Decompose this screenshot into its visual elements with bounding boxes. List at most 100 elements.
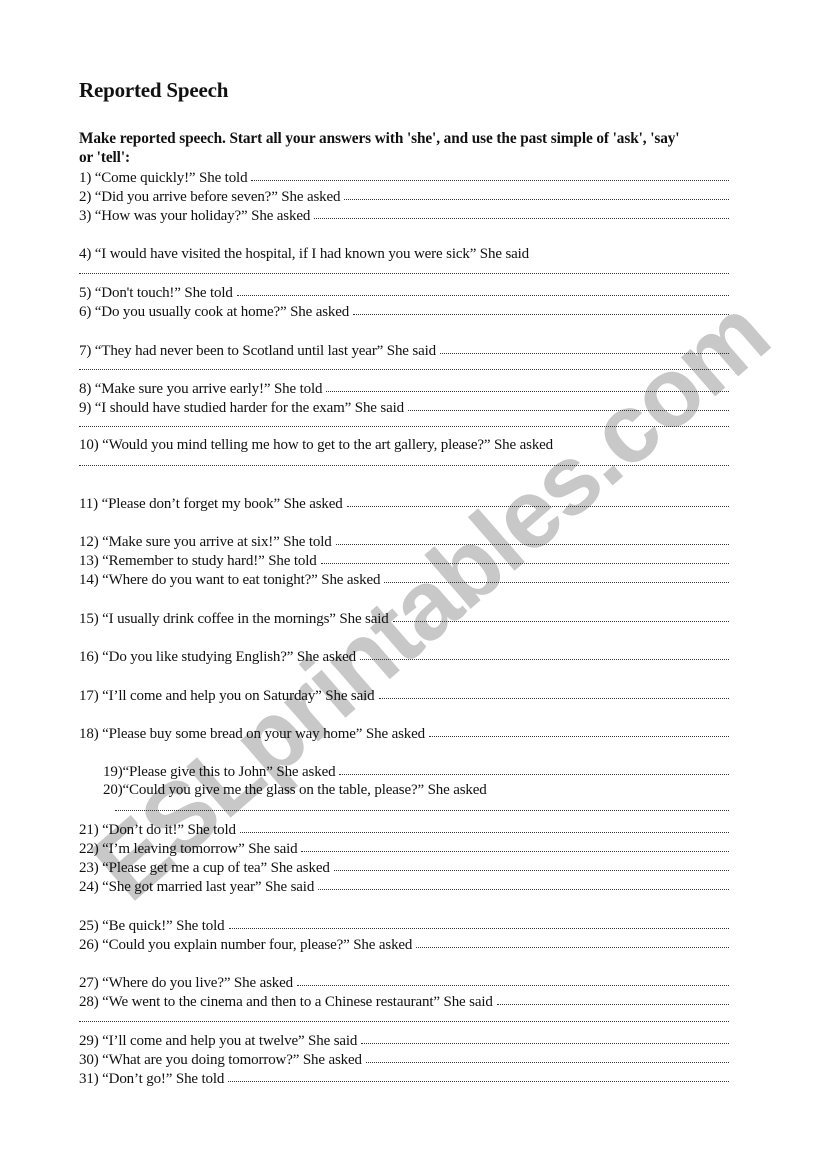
answer-blank[interactable]: [236, 282, 729, 296]
exercise-item: 27) “Where do you live?” She asked: [79, 973, 729, 992]
exercise-item: 8) “Make sure you arrive early!” She tol…: [79, 379, 729, 398]
exercise-item: 21) “Don’t do it!” She told: [79, 820, 729, 839]
exercise-prompt: 22) “I’m leaving tomorrow” She said: [79, 841, 298, 857]
page-title: Reported Speech: [79, 78, 229, 102]
exercise-item: 29) “I’ll come and help you at twelve” S…: [79, 1031, 729, 1050]
exercise-item: 2) “Did you arrive before seven?” She as…: [79, 187, 729, 206]
exercise-prompt: 31) “Don’t go!” She told: [79, 1071, 225, 1087]
exercise-prompt: 4) “I would have visited the hospital, i…: [79, 246, 530, 262]
answer-blank-line[interactable]: [79, 425, 729, 427]
answer-blank[interactable]: [346, 493, 729, 507]
exercise-item: 26) “Could you explain number four, plea…: [79, 935, 729, 954]
answer-blank[interactable]: [296, 972, 729, 986]
exercise-prompt: 1) “Come quickly!” She told: [79, 170, 248, 186]
exercise-prompt: 20)“Could you give me the glass on the t…: [103, 782, 487, 798]
exercise-prompt: 9) “I should have studied harder for the…: [79, 400, 404, 416]
exercise-item: 24) “She got married last year” She said: [79, 877, 729, 896]
worksheet-page: ESLprintables.com Reported Speech Make r…: [0, 0, 821, 1169]
exercise-item: 16) “Do you like studying English?” She …: [79, 647, 729, 666]
exercise-prompt: 13) “Remember to study hard!” She told: [79, 553, 317, 569]
answer-blank[interactable]: [361, 1030, 729, 1044]
exercise-item: 1) “Come quickly!” She told: [79, 168, 729, 187]
exercise-item: 31) “Don’t go!” She told: [79, 1069, 729, 1088]
exercise-item: 10) “Would you mind telling me how to ge…: [79, 436, 729, 455]
answer-blank[interactable]: [333, 857, 729, 871]
exercise-prompt: 27) “Where do you live?” She asked: [79, 975, 293, 991]
exercise-item: 3) “How was your holiday?” She asked: [79, 206, 729, 225]
exercise-item: 6) “Do you usually cook at home?” She as…: [79, 302, 729, 321]
exercise-item: 5) “Don't touch!” She told: [79, 283, 729, 302]
exercise-prompt: 5) “Don't touch!” She told: [79, 285, 233, 301]
exercise-item: 28) “We went to the cinema and then to a…: [79, 992, 729, 1011]
answer-blank[interactable]: [359, 646, 729, 660]
exercise-prompt: 11) “Please don’t forget my book” She as…: [79, 496, 343, 512]
instructions-line-1: Make reported speech. Start all your ans…: [79, 130, 680, 147]
exercise-item: 13) “Remember to study hard!” She told: [79, 551, 729, 570]
exercise-prompt: 15) “I usually drink coffee in the morni…: [79, 611, 389, 627]
exercise-item: 11) “Please don’t forget my book” She as…: [79, 494, 729, 513]
exercise-prompt: 29) “I’ll come and help you at twelve” S…: [79, 1033, 358, 1049]
answer-blank: [533, 244, 729, 257]
answer-blank[interactable]: [335, 531, 729, 545]
answer-blank[interactable]: [365, 1049, 729, 1063]
exercise-prompt: 10) “Would you mind telling me how to ge…: [79, 437, 554, 453]
answer-blank[interactable]: [496, 991, 729, 1005]
answer-blank-line[interactable]: [79, 368, 729, 370]
exercise-prompt: 21) “Don’t do it!” She told: [79, 822, 236, 838]
exercise-prompt: 6) “Do you usually cook at home?” She as…: [79, 304, 350, 320]
answer-blank[interactable]: [251, 167, 729, 181]
exercise-item: 4) “I would have visited the hospital, i…: [79, 245, 729, 264]
exercise-item: 17) “I’ll come and help you on Saturday”…: [79, 686, 729, 705]
worksheet-content: Reported Speech Make reported speech. St…: [0, 0, 821, 1169]
answer-blank[interactable]: [353, 301, 729, 315]
exercise-prompt: 3) “How was your holiday?” She asked: [79, 208, 311, 224]
exercise-item: 19)“Please give this to John” She asked: [103, 762, 729, 781]
exercise-item: 15) “I usually drink coffee in the morni…: [79, 609, 729, 628]
exercise-item: 14) “Where do you want to eat tonight?” …: [79, 570, 729, 589]
answer-blank: [491, 780, 729, 793]
exercise-prompt: 25) “Be quick!” She told: [79, 918, 225, 934]
exercise-prompt: 14) “Where do you want to eat tonight?” …: [79, 572, 381, 588]
exercise-item: 20)“Could you give me the glass on the t…: [103, 781, 729, 800]
answer-blank[interactable]: [314, 205, 729, 219]
answer-blank[interactable]: [326, 378, 729, 392]
answer-blank[interactable]: [239, 819, 729, 833]
exercise-prompt: 8) “Make sure you arrive early!” She tol…: [79, 381, 323, 397]
exercise-prompt: 2) “Did you arrive before seven?” She as…: [79, 189, 341, 205]
exercise-item: 25) “Be quick!” She told: [79, 916, 729, 935]
answer-blank[interactable]: [428, 723, 729, 737]
exercise-prompt: 24) “She got married last year” She said: [79, 879, 315, 895]
exercise-item: 7) “They had never been to Scotland unti…: [79, 341, 729, 360]
answer-blank[interactable]: [439, 340, 729, 354]
answer-blank-line[interactable]: [79, 1020, 729, 1022]
exercise-prompt: 12) “Make sure you arrive at six!” She t…: [79, 534, 332, 550]
exercise-item: 30) “What are you doing tomorrow?” She a…: [79, 1050, 729, 1069]
answer-blank[interactable]: [228, 1068, 729, 1082]
exercise-prompt: 26) “Could you explain number four, plea…: [79, 937, 413, 953]
answer-blank-line[interactable]: [79, 272, 729, 274]
answer-blank[interactable]: [318, 876, 729, 890]
exercise-item: 9) “I should have studied harder for the…: [79, 398, 729, 417]
exercise-prompt: 19)“Please give this to John” She asked: [103, 764, 336, 780]
answer-blank[interactable]: [407, 397, 729, 411]
answer-blank[interactable]: [416, 934, 729, 948]
instructions-line-2: or 'tell':: [79, 149, 130, 166]
answer-blank-line[interactable]: [115, 809, 729, 811]
exercise-item: 22) “I’m leaving tomorrow” She said: [79, 839, 729, 858]
answer-blank[interactable]: [384, 569, 729, 583]
exercise-prompt: 23) “Please get me a cup of tea” She ask…: [79, 860, 330, 876]
answer-blank[interactable]: [301, 838, 729, 852]
answer-blank[interactable]: [339, 761, 729, 775]
exercise-prompt: 7) “They had never been to Scotland unti…: [79, 343, 436, 359]
answer-blank-line[interactable]: [79, 464, 729, 466]
exercise-prompt: 18) “Please buy some bread on your way h…: [79, 726, 425, 742]
answer-blank[interactable]: [392, 608, 729, 622]
answer-blank: [557, 435, 729, 448]
answer-blank[interactable]: [228, 915, 729, 929]
exercise-prompt: 16) “Do you like studying English?” She …: [79, 649, 356, 665]
answer-blank[interactable]: [378, 685, 729, 699]
answer-blank[interactable]: [344, 186, 729, 200]
answer-blank[interactable]: [320, 550, 729, 564]
exercise-prompt: 28) “We went to the cinema and then to a…: [79, 994, 493, 1010]
exercise-item: 23) “Please get me a cup of tea” She ask…: [79, 858, 729, 877]
